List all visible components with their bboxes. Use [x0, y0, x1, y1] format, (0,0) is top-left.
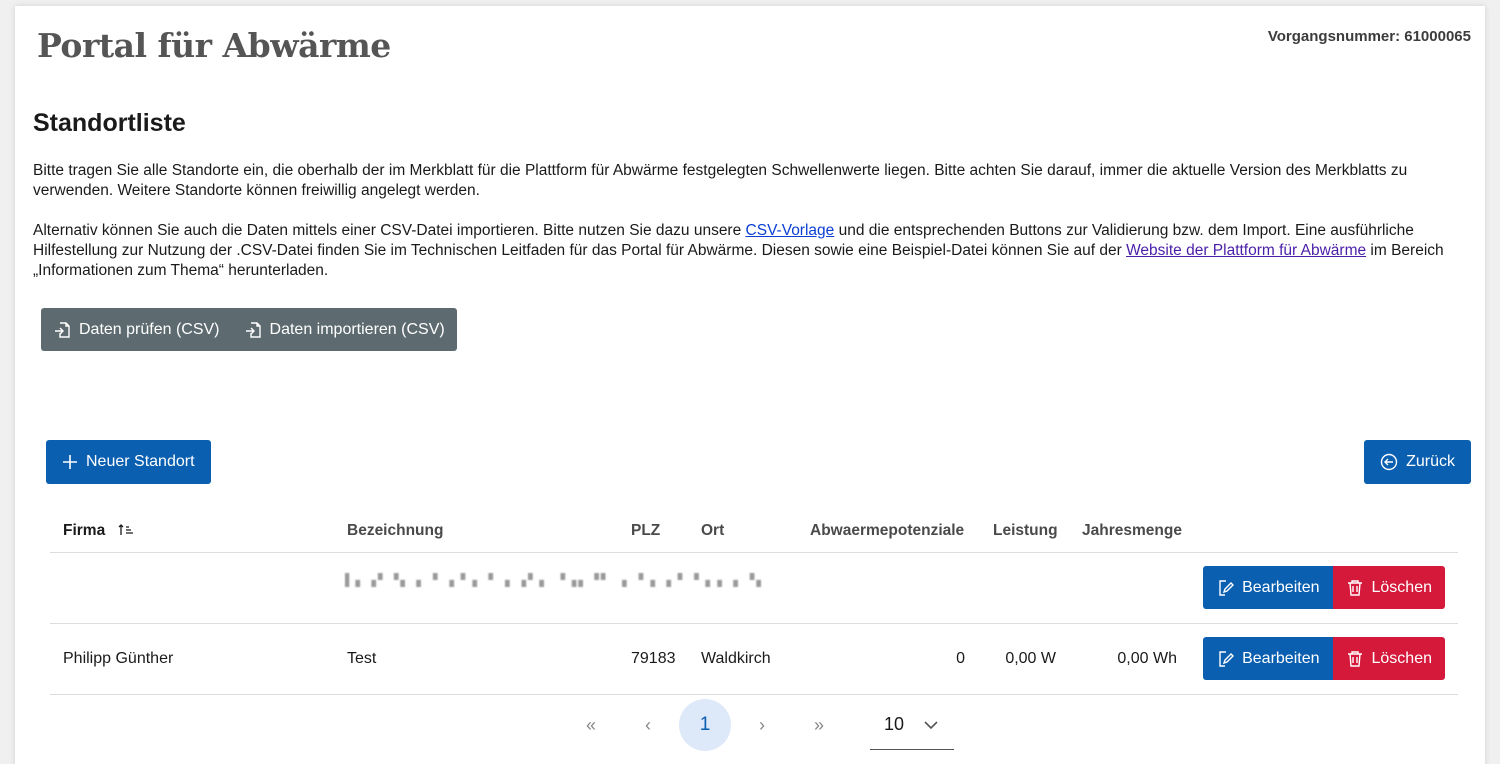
arrow-left-circle-icon — [1380, 453, 1398, 471]
file-import-icon — [55, 321, 70, 338]
table-header: Firma Bezeichnung PLZ Ort Abwaermepotenz… — [50, 509, 1458, 553]
import-csv-label: Daten importieren (CSV) — [269, 320, 445, 338]
back-label: Zurück — [1406, 453, 1455, 470]
page-container: Portal für Abwärme Vorgangsnummer: 61000… — [15, 6, 1485, 764]
chevron-down-icon — [924, 720, 938, 729]
file-import-icon — [245, 321, 261, 338]
plus-icon — [63, 455, 77, 469]
cell-abwaerme: 0 — [956, 650, 965, 667]
csv-info-paragraph: Alternativ können Sie auch die Daten mit… — [33, 221, 1473, 281]
portal-title: Portal für Abwärme — [37, 26, 391, 65]
edit-label: Bearbeiten — [1242, 649, 1320, 667]
delete-label: Löschen — [1371, 649, 1433, 667]
back-button[interactable]: Zurück — [1364, 440, 1471, 484]
sort-asc-icon[interactable] — [118, 523, 134, 537]
cell-jahresmenge: 0,00 Wh — [1117, 650, 1177, 667]
header-jahresmenge: Jahresmenge — [1082, 522, 1182, 539]
first-page-button[interactable]: « — [565, 699, 617, 751]
row-actions: Bearbeiten Löschen — [1203, 566, 1445, 609]
table-row: Philipp Günther Test 79183 Waldkirch 0 0… — [50, 624, 1458, 695]
header-leistung: Leistung — [993, 522, 1058, 539]
edit-label: Bearbeiten — [1242, 578, 1320, 596]
trash-icon — [1347, 579, 1362, 596]
edit-button[interactable]: Bearbeiten — [1203, 566, 1333, 609]
page-size-value: 10 — [884, 714, 905, 734]
import-csv-button[interactable]: Daten importieren (CSV) — [232, 308, 457, 351]
table-row: ▌▖▗▘▝▖▗ ▝ ▗▝ ▖▝ ▗ ▗▘▖ ▝▗▖▝▘ ▗ ▝ ▖▗▝ ▝▗ ▖… — [50, 553, 1458, 624]
csv-button-group: Daten prüfen (CSV) Daten importieren (CS… — [41, 308, 457, 351]
header-ort: Ort — [701, 522, 725, 539]
delete-button[interactable]: Löschen — [1332, 566, 1445, 609]
cell-ort: Waldkirch — [701, 650, 771, 667]
prev-page-button[interactable]: ‹ — [622, 699, 674, 751]
pagination: « ‹ 1 › » 10 — [565, 698, 954, 752]
page-size-select[interactable]: 10 — [870, 700, 954, 750]
check-csv-label: Daten prüfen (CSV) — [79, 320, 220, 338]
current-page[interactable]: 1 — [679, 699, 731, 751]
location-table: Firma Bezeichnung PLZ Ort Abwaermepotenz… — [50, 509, 1458, 695]
csv-template-link[interactable]: CSV-Vorlage — [746, 222, 835, 239]
platform-website-link[interactable]: Website der Plattform für Abwärme — [1126, 242, 1366, 259]
cell-plz: 79183 — [631, 650, 676, 667]
edit-button[interactable]: Bearbeiten — [1203, 637, 1333, 680]
new-location-label: Neuer Standort — [86, 453, 195, 470]
header-firma-label: Firma — [63, 522, 106, 539]
delete-label: Löschen — [1371, 578, 1433, 596]
cell-bezeichnung: Test — [347, 650, 377, 667]
intro-paragraph: Bitte tragen Sie alle Standorte ein, die… — [33, 162, 1408, 199]
header-plz: PLZ — [631, 522, 661, 539]
redacted-row-content: ▌▖▗▘▝▖▗ ▝ ▗▝ ▖▝ ▗ ▗▘▖ ▝▗▖▝▘ ▗ ▝ ▖▗▝ ▝▗ ▖… — [345, 573, 765, 587]
header-bezeichnung: Bezeichnung — [347, 522, 444, 539]
header-firma[interactable]: Firma — [63, 522, 134, 540]
trash-icon — [1347, 650, 1362, 667]
section-title: Standortliste — [33, 109, 186, 137]
next-page-button[interactable]: › — [736, 699, 788, 751]
last-page-button[interactable]: » — [793, 699, 845, 751]
check-csv-button[interactable]: Daten prüfen (CSV) — [41, 308, 232, 351]
cell-leistung: 0,00 W — [1005, 650, 1056, 667]
new-location-button[interactable]: Neuer Standort — [46, 440, 211, 484]
delete-button[interactable]: Löschen — [1332, 637, 1445, 680]
edit-icon — [1219, 579, 1235, 596]
vorgangsnummer: Vorgangsnummer: 61000065 — [1267, 28, 1471, 45]
row-actions: Bearbeiten Löschen — [1203, 637, 1445, 680]
csv-info-text-a: Alternativ können Sie auch die Daten mit… — [33, 222, 746, 239]
header-abwaerme: Abwaermepotenziale — [810, 522, 965, 539]
edit-icon — [1219, 650, 1235, 667]
cell-firma: Philipp Günther — [63, 650, 174, 667]
